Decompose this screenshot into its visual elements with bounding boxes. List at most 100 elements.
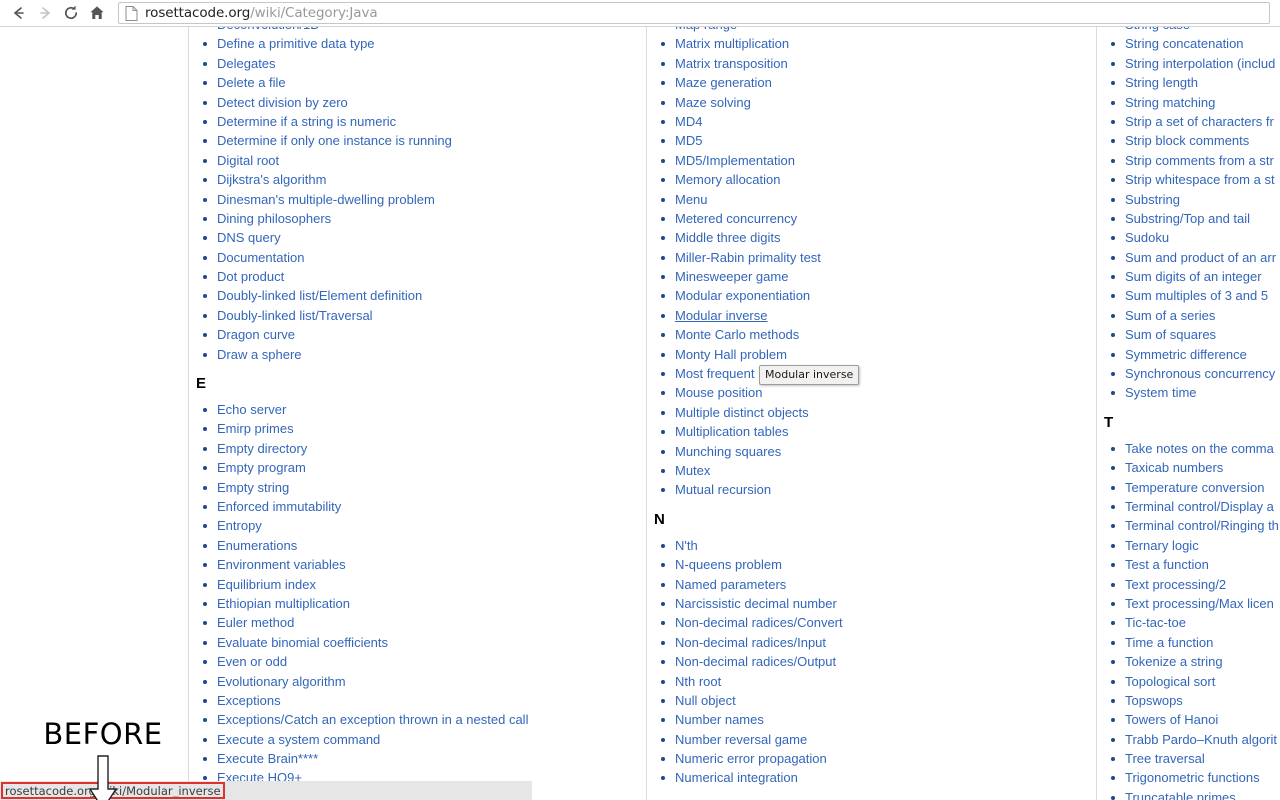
- category-link[interactable]: Munching squares: [675, 444, 781, 459]
- category-link[interactable]: Sum of a series: [1125, 308, 1215, 323]
- category-link[interactable]: Take notes on the comma: [1125, 441, 1274, 456]
- category-link[interactable]: Equilibrium index: [217, 577, 316, 592]
- category-link[interactable]: Delete a file: [217, 75, 286, 90]
- category-link[interactable]: N'th: [675, 538, 698, 553]
- category-link[interactable]: Substring/Top and tail: [1125, 211, 1250, 226]
- category-link[interactable]: Evolutionary algorithm: [217, 674, 346, 689]
- category-link[interactable]: Empty directory: [217, 441, 307, 456]
- category-link[interactable]: Topological sort: [1125, 674, 1215, 689]
- category-link[interactable]: Strip block comments: [1125, 133, 1249, 148]
- category-link[interactable]: Number reversal game: [675, 732, 807, 747]
- category-link[interactable]: Dining philosophers: [217, 211, 331, 226]
- category-link[interactable]: Define a primitive data type: [217, 36, 375, 51]
- category-link[interactable]: Execute a system command: [217, 732, 380, 747]
- category-link[interactable]: Text processing/Max licen: [1125, 596, 1274, 611]
- category-link[interactable]: Matrix transposition: [675, 56, 788, 71]
- category-link[interactable]: Multiplication tables: [675, 424, 788, 439]
- category-link[interactable]: Towers of Hanoi: [1125, 712, 1218, 727]
- category-link[interactable]: Non-decimal radices/Input: [675, 635, 826, 650]
- category-link[interactable]: Documentation: [217, 250, 304, 265]
- category-link[interactable]: Metered concurrency: [675, 211, 797, 226]
- category-link[interactable]: Sum digits of an integer: [1125, 269, 1262, 284]
- category-link[interactable]: String case: [1125, 27, 1190, 32]
- category-link[interactable]: Mouse position: [675, 385, 762, 400]
- category-link[interactable]: Sudoku: [1125, 230, 1169, 245]
- category-link[interactable]: Deconvolution/1D: [217, 27, 320, 32]
- category-link[interactable]: Terminal control/Display a: [1125, 499, 1274, 514]
- category-link[interactable]: Trigonometric functions: [1125, 770, 1260, 785]
- category-link[interactable]: Draw a sphere: [217, 347, 302, 362]
- category-link[interactable]: Dot product: [217, 269, 284, 284]
- category-link[interactable]: Tree traversal: [1125, 751, 1205, 766]
- category-link[interactable]: Tic-tac-toe: [1125, 615, 1186, 630]
- category-link[interactable]: Number names: [675, 712, 764, 727]
- category-link[interactable]: Temperature conversion: [1125, 480, 1264, 495]
- category-link[interactable]: Exceptions/Catch an exception thrown in …: [217, 712, 528, 727]
- category-link[interactable]: String matching: [1125, 95, 1215, 110]
- category-link[interactable]: Empty program: [217, 460, 306, 475]
- category-link[interactable]: Map range: [675, 27, 737, 32]
- category-link[interactable]: Substring: [1125, 192, 1180, 207]
- category-link[interactable]: Dragon curve: [217, 327, 295, 342]
- category-link[interactable]: Null object: [675, 693, 736, 708]
- category-link[interactable]: String interpolation (includ: [1125, 56, 1275, 71]
- category-link[interactable]: Execute Brain****: [217, 751, 318, 766]
- category-link[interactable]: Strip a set of characters fr: [1125, 114, 1274, 129]
- reload-button[interactable]: [58, 1, 84, 25]
- category-link[interactable]: Delegates: [217, 56, 276, 71]
- category-link[interactable]: Ethiopian multiplication: [217, 596, 350, 611]
- category-link[interactable]: Nth root: [675, 674, 721, 689]
- category-link[interactable]: Doubly-linked list/Traversal: [217, 308, 373, 323]
- category-link[interactable]: Numerical integration: [675, 770, 798, 785]
- address-bar[interactable]: rosettacode.org/wiki/Category:Java: [118, 2, 1270, 24]
- category-link[interactable]: Environment variables: [217, 557, 346, 572]
- forward-button[interactable]: [32, 1, 58, 25]
- category-link[interactable]: N-queens problem: [675, 557, 782, 572]
- category-link[interactable]: Modular exponentiation: [675, 288, 810, 303]
- category-link[interactable]: Monte Carlo methods: [675, 327, 799, 342]
- category-link[interactable]: Dinesman's multiple-dwelling problem: [217, 192, 435, 207]
- category-link[interactable]: Sum multiples of 3 and 5: [1125, 288, 1268, 303]
- category-link[interactable]: MD4: [675, 114, 702, 129]
- category-link[interactable]: Enforced immutability: [217, 499, 341, 514]
- category-link[interactable]: Narcissistic decimal number: [675, 596, 837, 611]
- category-link[interactable]: Non-decimal radices/Output: [675, 654, 836, 669]
- category-link[interactable]: Mutual recursion: [675, 482, 771, 497]
- category-link[interactable]: Emirp primes: [217, 421, 294, 436]
- category-link[interactable]: Enumerations: [217, 538, 297, 553]
- category-link[interactable]: Maze solving: [675, 95, 751, 110]
- category-link[interactable]: Non-decimal radices/Convert: [675, 615, 843, 630]
- category-link[interactable]: Echo server: [217, 402, 286, 417]
- category-link[interactable]: MD5/Implementation: [675, 153, 795, 168]
- category-link[interactable]: Test a function: [1125, 557, 1209, 572]
- category-link[interactable]: Sum of squares: [1125, 327, 1216, 342]
- category-link[interactable]: Named parameters: [675, 577, 786, 592]
- category-link[interactable]: MD5: [675, 133, 702, 148]
- category-link[interactable]: Maze generation: [675, 75, 772, 90]
- category-link[interactable]: Multiple distinct objects: [675, 405, 809, 420]
- category-link[interactable]: Empty string: [217, 480, 289, 495]
- category-link[interactable]: Dijkstra's algorithm: [217, 172, 326, 187]
- category-link[interactable]: Determine if a string is numeric: [217, 114, 396, 129]
- category-link[interactable]: Euler method: [217, 615, 294, 630]
- category-link[interactable]: Monty Hall problem: [675, 347, 787, 362]
- category-link[interactable]: Entropy: [217, 518, 262, 533]
- category-link[interactable]: Modular inverse: [675, 308, 768, 323]
- category-link[interactable]: Sum and product of an arr: [1125, 250, 1276, 265]
- category-link[interactable]: System time: [1125, 385, 1197, 400]
- category-link[interactable]: Numeric error propagation: [675, 751, 827, 766]
- category-link[interactable]: Digital root: [217, 153, 279, 168]
- category-link[interactable]: Mutex: [675, 463, 710, 478]
- back-button[interactable]: [6, 1, 32, 25]
- home-button[interactable]: [84, 1, 110, 25]
- category-link[interactable]: Trabb Pardo–Knuth algorit: [1125, 732, 1277, 747]
- category-link[interactable]: Time a function: [1125, 635, 1213, 650]
- category-link[interactable]: Text processing/2: [1125, 577, 1226, 592]
- category-link[interactable]: String length: [1125, 75, 1198, 90]
- category-link[interactable]: Doubly-linked list/Element definition: [217, 288, 422, 303]
- category-link[interactable]: Minesweeper game: [675, 269, 788, 284]
- category-link[interactable]: Truncatable primes: [1125, 790, 1236, 800]
- category-link[interactable]: Strip whitespace from a st: [1125, 172, 1275, 187]
- category-link[interactable]: Miller-Rabin primality test: [675, 250, 821, 265]
- category-link[interactable]: Tokenize a string: [1125, 654, 1223, 669]
